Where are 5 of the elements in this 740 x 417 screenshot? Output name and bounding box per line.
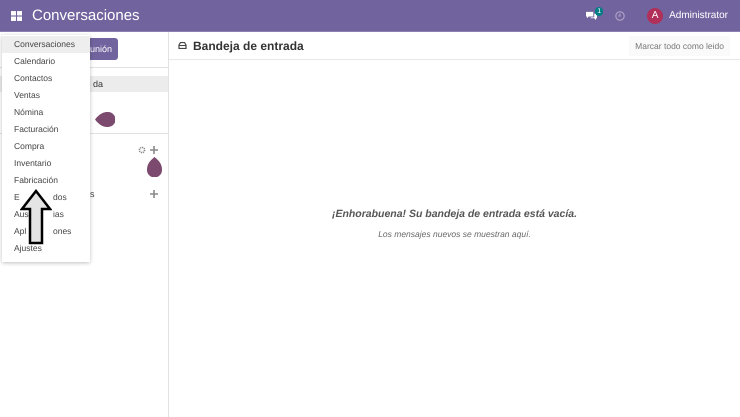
empty-inbox-hint: Los mensajes nuevos se muestran aquí. <box>378 229 531 239</box>
section-label: s <box>90 189 94 199</box>
empty-inbox-title: ¡Enhorabuena! Su bandeja de entrada está vacía. <box>332 208 578 220</box>
app-title: Conversaciones <box>32 7 140 24</box>
page-title: Bandeja de entrada <box>193 38 304 52</box>
